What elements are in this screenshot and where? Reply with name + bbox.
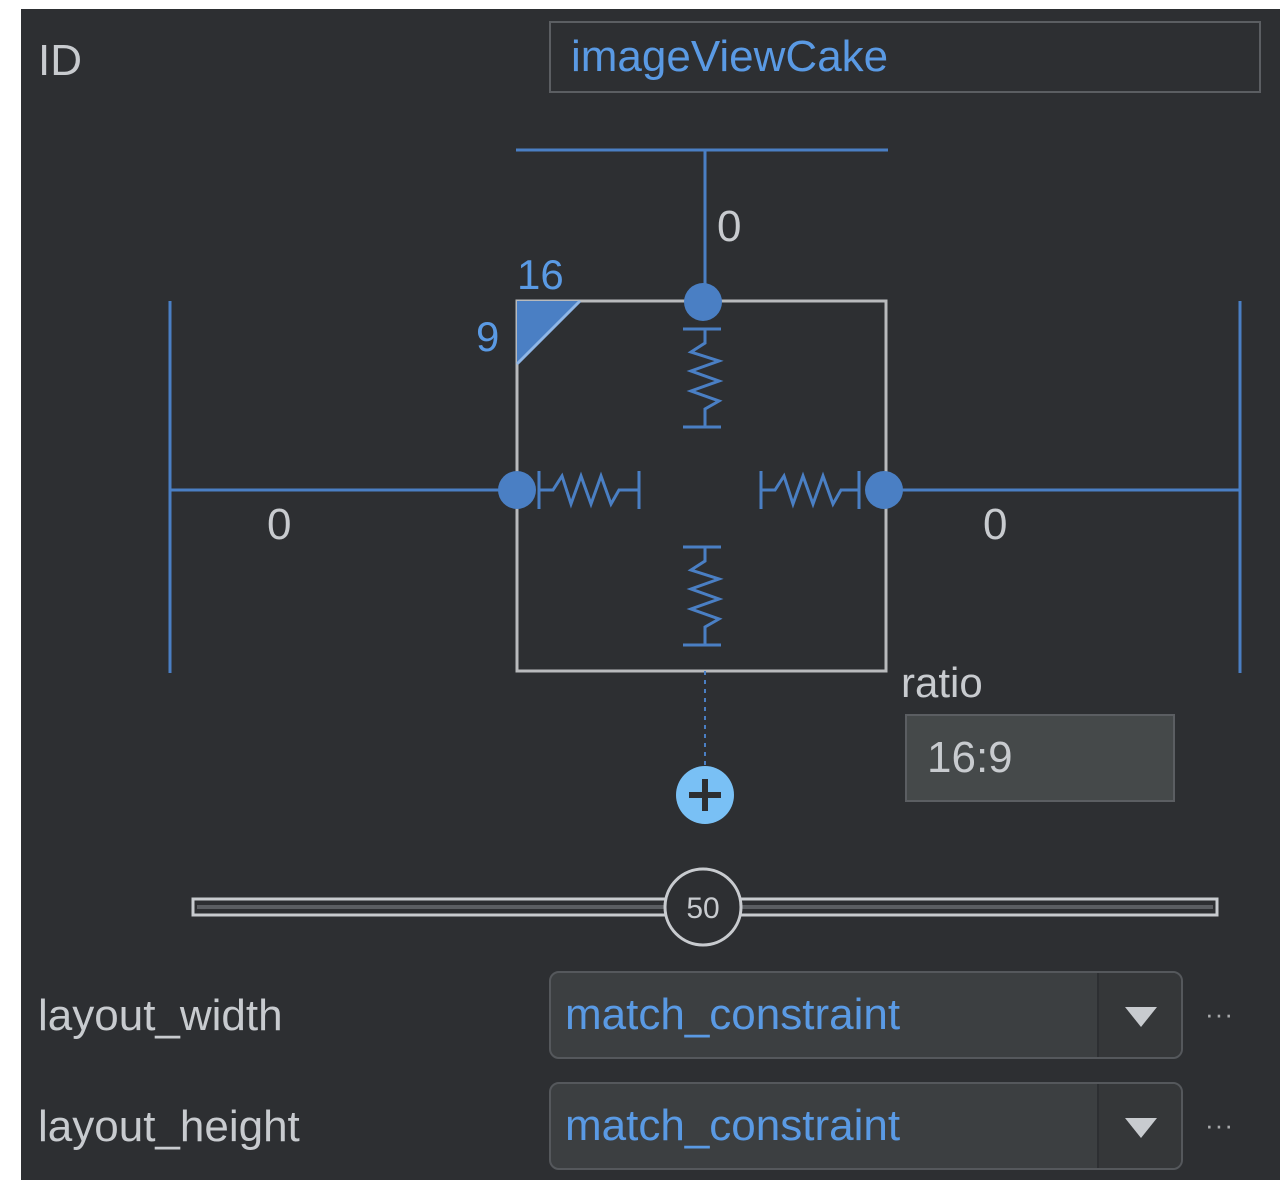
right-anchor-dot[interactable] — [865, 471, 903, 509]
top-anchor-dot[interactable] — [684, 283, 722, 321]
right-margin-value[interactable]: 0 — [983, 500, 1007, 549]
plus-circle-icon[interactable] — [676, 766, 734, 824]
triangle-down-icon — [1125, 1007, 1157, 1027]
right-spring — [759, 471, 861, 509]
layout-height-label: layout_height — [38, 1102, 300, 1151]
left-margin-value[interactable]: 0 — [267, 500, 291, 549]
triangle-down-icon — [1125, 1118, 1157, 1138]
ratio-width-label: 16 — [517, 251, 564, 298]
left-spring — [537, 471, 641, 509]
layout-height-value: match_constraint — [565, 1101, 901, 1150]
left-anchor-dot[interactable] — [498, 471, 536, 509]
top-margin-value[interactable]: 0 — [717, 202, 741, 251]
bias-slider[interactable]: 50 — [191, 867, 1219, 947]
bottom-spring — [683, 545, 724, 647]
layout-height-more-button[interactable]: ··· — [1205, 1110, 1234, 1141]
ratio-height-label: 9 — [476, 313, 499, 360]
attributes-panel: ID imageViewCake 0 0 0 16 9 ratio 50 16:… — [21, 9, 1280, 1180]
layout-width-value: match_constraint — [565, 990, 901, 1039]
constraint-widget: 0 0 0 16 9 ratio 50 — [168, 148, 1242, 947]
ratio-label: ratio — [901, 659, 983, 706]
layout-width-dropdown[interactable]: match_constraint — [549, 971, 1183, 1059]
layout-width-more-button[interactable]: ··· — [1205, 999, 1234, 1030]
top-spring — [683, 327, 724, 429]
layout-height-dropdown-button[interactable] — [1097, 1084, 1181, 1168]
bias-value: 50 — [686, 892, 719, 925]
ratio-input[interactable] — [905, 714, 1175, 802]
layout-width-label: layout_width — [38, 991, 283, 1040]
layout-height-dropdown[interactable]: match_constraint — [549, 1082, 1183, 1170]
layout-width-dropdown-button[interactable] — [1097, 973, 1181, 1057]
